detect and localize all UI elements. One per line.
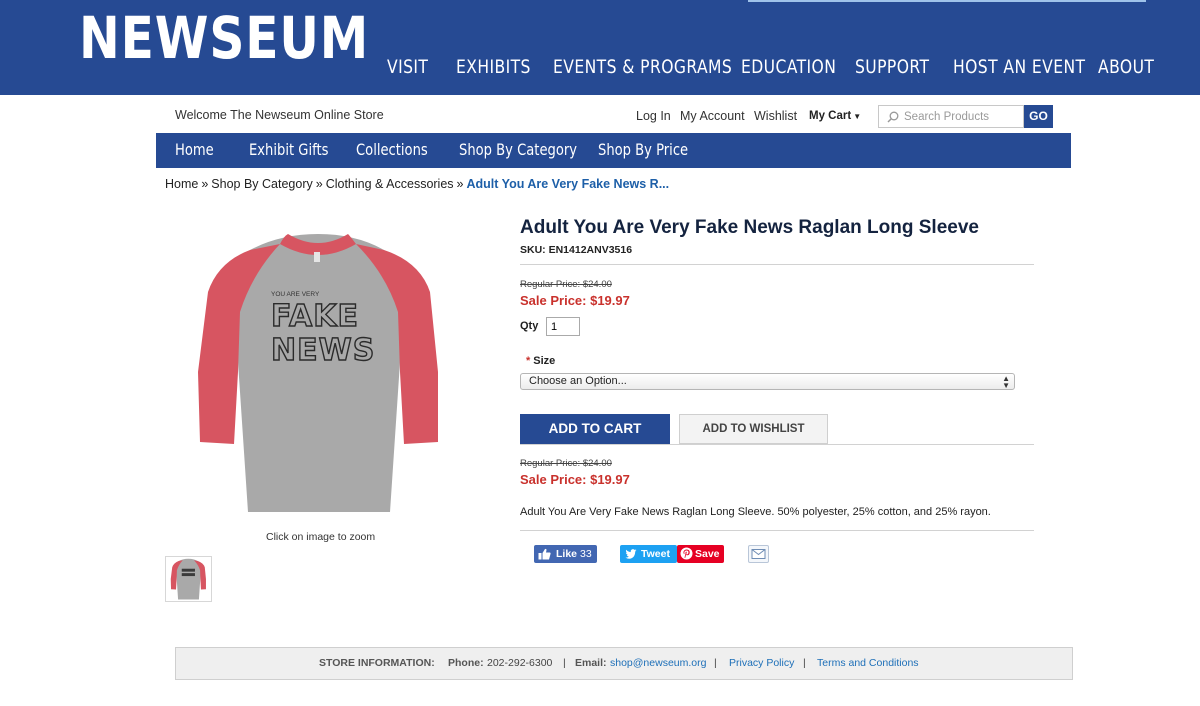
email-label: Email: xyxy=(575,657,607,669)
select-arrows-icon: ▲ ▼ xyxy=(1002,374,1010,390)
qty-input[interactable] xyxy=(546,317,580,336)
add-to-wishlist-button[interactable]: ADD TO WISHLIST xyxy=(679,414,828,444)
size-label: * Size xyxy=(526,355,555,367)
divider xyxy=(520,264,1034,265)
terms-link[interactable]: Terms and Conditions xyxy=(817,657,919,669)
login-link[interactable]: Log In xyxy=(636,109,671,123)
regular-price-repeat: Regular Price: $24.00 xyxy=(520,458,612,469)
store-nav-shop-by-price[interactable]: Shop By Price xyxy=(598,140,688,159)
nav-support[interactable]: SUPPORT xyxy=(855,56,929,78)
size-select[interactable]: Choose an Option... ▲ ▼ xyxy=(520,373,1015,390)
my-account-link[interactable]: My Account xyxy=(680,109,745,123)
caret-down-icon: ▼ xyxy=(853,112,862,121)
size-selected-value: Choose an Option... xyxy=(529,375,627,387)
qty-label: Qty xyxy=(520,320,539,332)
nav-exhibits[interactable]: EXHIBITS xyxy=(456,56,531,78)
breadcrumb-separator: » xyxy=(315,177,323,191)
phone-number: 202-292-6300 xyxy=(487,657,553,669)
divider xyxy=(520,530,1034,531)
email-link[interactable]: shop@newseum.org xyxy=(610,657,706,669)
zoom-note: Click on image to zoom xyxy=(266,531,376,543)
store-nav-home[interactable]: Home xyxy=(175,140,214,159)
pinterest-icon xyxy=(680,547,693,560)
sale-price: Sale Price: $19.97 xyxy=(520,293,630,308)
store-nav: Home Exhibit Gifts Collections Shop By C… xyxy=(156,133,1071,168)
add-to-cart-button[interactable]: ADD TO CART xyxy=(520,414,670,444)
my-cart-dropdown[interactable]: My Cart ▼ xyxy=(809,110,861,122)
required-marker: * xyxy=(526,355,531,367)
like-count: 33 xyxy=(580,548,592,560)
store-nav-exhibit-gifts[interactable]: Exhibit Gifts xyxy=(249,140,328,159)
breadcrumb-shop-by-category[interactable]: Shop By Category xyxy=(211,177,312,191)
breadcrumb-separator: » xyxy=(456,177,464,191)
phone-label: Phone: xyxy=(448,657,484,669)
email-share-button[interactable] xyxy=(748,545,769,563)
facebook-like-button[interactable]: Like 33 xyxy=(534,545,597,563)
breadcrumb: Home» Shop By Category» Clothing & Accesso… xyxy=(165,177,669,191)
store-nav-shop-by-category[interactable]: Shop By Category xyxy=(459,140,577,159)
search-icon xyxy=(887,111,899,123)
shirt-thumbnail-image xyxy=(170,558,206,600)
footer-separator: | xyxy=(803,657,806,669)
envelope-icon xyxy=(751,549,766,559)
thumbs-up-icon xyxy=(538,548,551,560)
product-image[interactable]: YOU ARE VERY FAKE NEWS xyxy=(188,222,450,522)
product-thumbnail[interactable] xyxy=(165,556,212,602)
main-nav: VISIT EXHIBITS EVENTS & PROGRAMS EDUCATI… xyxy=(0,56,1200,80)
nav-events-programs[interactable]: EVENTS & PROGRAMS xyxy=(553,56,732,78)
nav-visit[interactable]: VISIT xyxy=(387,56,428,78)
like-label: Like xyxy=(556,548,578,560)
save-label: Save xyxy=(695,548,720,560)
store-info-footer: STORE INFORMATION: Phone: 202-292-6300 |… xyxy=(175,647,1073,680)
store-nav-collections[interactable]: Collections xyxy=(356,140,428,159)
footer-separator: | xyxy=(714,657,717,669)
shirt-print-line1: FAKE xyxy=(271,299,359,334)
nav-about[interactable]: ABOUT xyxy=(1098,56,1154,78)
regular-price: Regular Price: $24.00 xyxy=(520,279,612,290)
welcome-message: Welcome The Newseum Online Store xyxy=(175,108,384,122)
twitter-bird-icon xyxy=(625,549,637,559)
privacy-policy-link[interactable]: Privacy Policy xyxy=(729,657,794,669)
breadcrumb-separator: » xyxy=(201,177,209,191)
header-accent-line xyxy=(748,0,1146,2)
site-header: NEWSEUM VISIT EXHIBITS EVENTS & PROGRAMS… xyxy=(0,0,1200,95)
breadcrumb-home[interactable]: Home xyxy=(165,177,198,191)
search-input[interactable] xyxy=(904,109,1020,125)
search-box xyxy=(878,105,1024,128)
product-sku: SKU: EN1412ANV3516 xyxy=(520,244,633,256)
wishlist-link[interactable]: Wishlist xyxy=(754,109,797,123)
tweet-button[interactable]: Tweet xyxy=(620,545,677,563)
shirt-image: YOU ARE VERY FAKE NEWS xyxy=(198,234,438,512)
product-description: Adult You Are Very Fake News Raglan Long… xyxy=(520,506,991,518)
footer-separator: | xyxy=(563,657,566,669)
sale-price-repeat: Sale Price: $19.97 xyxy=(520,472,630,487)
shirt-print-line2: NEWS xyxy=(271,333,375,368)
my-cart-label: My Cart xyxy=(809,110,852,122)
product-title: Adult You Are Very Fake News Raglan Long… xyxy=(520,217,979,238)
divider xyxy=(520,444,1034,445)
breadcrumb-current: Adult You Are Very Fake News R... xyxy=(466,177,670,191)
nav-education[interactable]: EDUCATION xyxy=(741,56,836,78)
shirt-print-small: YOU ARE VERY xyxy=(271,291,320,298)
size-label-text: Size xyxy=(533,355,556,367)
search-go-button[interactable]: GO xyxy=(1024,105,1053,128)
pinterest-save-button[interactable]: Save xyxy=(677,545,724,563)
store-info-label: STORE INFORMATION: xyxy=(319,657,435,669)
breadcrumb-clothing[interactable]: Clothing & Accessories xyxy=(326,177,454,191)
tweet-label: Tweet xyxy=(641,548,670,560)
nav-host-an-event[interactable]: HOST AN EVENT xyxy=(953,56,1085,78)
